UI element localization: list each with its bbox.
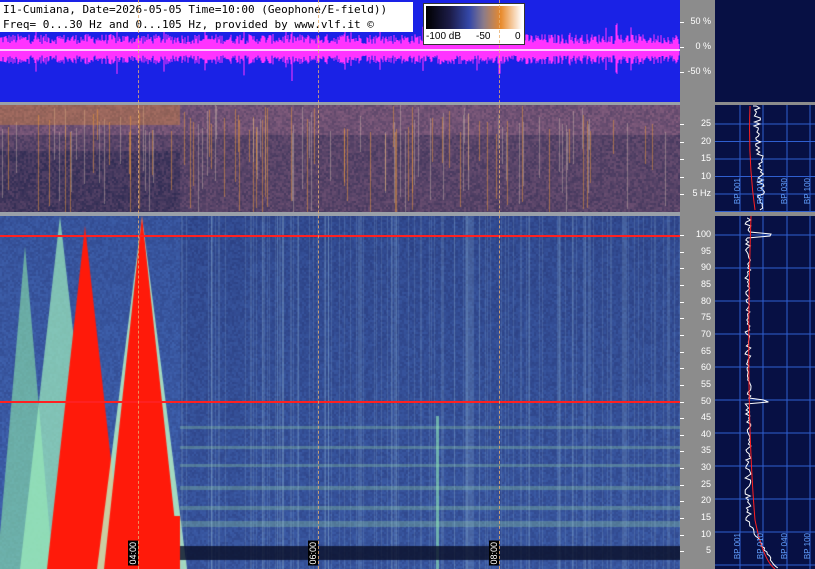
bandpass-label-bottom: BP 010 [756, 533, 765, 560]
main-frequency-axis-tick-mark [680, 251, 684, 253]
bandpass-label-top: BP 010 [756, 178, 765, 205]
amplitude-axis-tick-mark [680, 72, 684, 73]
low-frequency-axis-tick-mark [680, 141, 684, 143]
colorbar-label-min: -100 dB [426, 31, 462, 42]
low-frequency-axis-tick-label: 25 [700, 118, 711, 128]
main-frequency-axis-tick-label: 50 [700, 395, 711, 406]
amplitude-axis-tick-label: -50 % [687, 66, 711, 76]
main-frequency-axis-tick-mark [680, 351, 684, 353]
main-frequency-axis-tick-mark [680, 501, 684, 503]
main-spectrogram-image [0, 216, 680, 569]
hum-line-100hz [0, 235, 680, 237]
bandpass-label-bottom: BP 100 [803, 533, 812, 560]
low-frequency-axis-tick-label: 15 [700, 153, 711, 163]
main-frequency-axis-tick-label: 65 [700, 345, 711, 356]
amplitude-axis-tick-label: 50 % [690, 16, 711, 26]
average-spectrum-panel: BP 001 BP 010 BP 030 BP 100 BP 001 BP 010 BP … [715, 0, 815, 569]
main-frequency-axis-tick-label: 5 [705, 545, 711, 556]
amplitude-axis-tick-label: 0 % [695, 41, 711, 51]
time-marker-0800: 08:00 [489, 541, 499, 566]
low-frequency-spectrogram [0, 105, 680, 212]
side-divider [715, 102, 815, 105]
main-frequency-axis-tick-mark [680, 518, 684, 520]
low-frequency-axis-tick-mark [680, 176, 684, 178]
main-frequency-axis-tick-mark [680, 301, 684, 303]
main-frequency-axis-tick-mark [680, 318, 684, 320]
main-frequency-axis-tick-label: 30 [700, 462, 711, 473]
main-frequency-axis-tick-label: 35 [700, 445, 711, 456]
low-frequency-axis-tick-label: 20 [700, 135, 711, 146]
main-frequency-axis-tick-mark [680, 484, 684, 486]
main-frequency-axis-tick-mark [680, 434, 684, 436]
main-frequency-axis-tick-label: 40 [700, 428, 711, 439]
main-frequency-axis-tick-mark [680, 368, 684, 370]
low-frequency-axis-tick-mark [680, 124, 684, 125]
low-frequency-axis-tick-label: 10 [700, 170, 711, 181]
side-divider [715, 212, 815, 216]
colorbar-legend: -100 dB -50 0 [423, 3, 525, 45]
low-frequency-spectrogram-image [0, 105, 680, 212]
main-frequency-axis-tick-mark [680, 468, 684, 470]
bandpass-label-top: BP 100 [803, 178, 812, 205]
amplitude-axis-tick-mark [680, 47, 684, 48]
main-frequency-axis-tick-label: 45 [700, 412, 711, 423]
waveform-panel: I1-Cumiana, Date=2026-05-05 Time=10:00 (… [0, 0, 680, 102]
colorbar-label-max: 0 [515, 31, 521, 42]
low-frequency-axis-tick-mark [680, 194, 684, 195]
main-frequency-axis-tick-label: 100 [695, 229, 711, 239]
bandpass-label-top: BP 030 [780, 178, 789, 205]
frequency-axis-column: 50 % 0 % -50 % 25 20 15 10 5 Hz 100 95 90 85 80 75 7… [680, 0, 715, 569]
main-frequency-axis-tick-label: 70 [700, 328, 711, 339]
low-frequency-axis-tick-mark [680, 159, 684, 160]
main-frequency-axis-tick-label: 85 [700, 278, 711, 289]
frequency-info-line: Freq= 0...30 Hz and 0...105 Hz, provided… [0, 17, 413, 32]
main-frequency-axis-tick-mark [680, 284, 684, 286]
main-frequency-axis-tick-label: 15 [700, 512, 711, 523]
main-frequency-axis-tick-mark [680, 451, 684, 453]
main-frequency-axis-tick-mark [680, 384, 684, 386]
main-frequency-axis-tick-label: 75 [700, 312, 711, 323]
main-frequency-axis-tick-mark [680, 418, 684, 420]
hum-line-50hz [0, 401, 680, 403]
station-info-line: I1-Cumiana, Date=2026-05-05 Time=10:00 (… [0, 2, 413, 17]
main-frequency-axis-tick-label: 20 [700, 495, 711, 506]
side-smoothed-trace [748, 215, 776, 569]
colorbar-label-mid: -50 [476, 31, 491, 42]
bandpass-label-bottom: BP 001 [733, 533, 742, 560]
main-frequency-axis-tick-mark [680, 401, 684, 403]
time-gridline-0600 [318, 0, 319, 569]
main-frequency-axis-tick-label: 55 [700, 378, 711, 389]
colorbar-gradient [426, 6, 522, 29]
time-marker-0600: 06:00 [308, 541, 318, 566]
low-frequency-axis-tick-label: 5 Hz [692, 188, 711, 198]
bandpass-label-bottom: BP 040 [780, 533, 789, 560]
main-frequency-axis-tick-mark [680, 235, 684, 236]
main-frequency-axis-tick-mark [680, 551, 684, 553]
main-frequency-axis-tick-label: 60 [700, 362, 711, 373]
main-frequency-axis-tick-label: 80 [700, 295, 711, 306]
main-frequency-axis-tick-label: 90 [700, 262, 711, 273]
main-spectrogram [0, 216, 680, 569]
main-frequency-axis-tick-label: 10 [700, 528, 711, 539]
main-frequency-axis-tick-label: 95 [700, 245, 711, 256]
time-marker-0400: 04:00 [128, 541, 138, 566]
main-frequency-axis-tick-mark [680, 534, 684, 536]
time-gridline-0400 [138, 0, 139, 569]
spectrogram-viewer: I1-Cumiana, Date=2026-05-05 Time=10:00 (… [0, 0, 815, 569]
bandpass-label-top: BP 001 [733, 178, 742, 205]
average-spectrum-plot [715, 102, 815, 569]
amplitude-axis-tick-mark [680, 22, 684, 23]
time-gridline-0800 [499, 0, 500, 569]
main-frequency-axis-tick-mark [680, 334, 684, 336]
main-frequency-axis-tick-label: 25 [700, 478, 711, 489]
main-frequency-axis-tick-mark [680, 268, 684, 270]
